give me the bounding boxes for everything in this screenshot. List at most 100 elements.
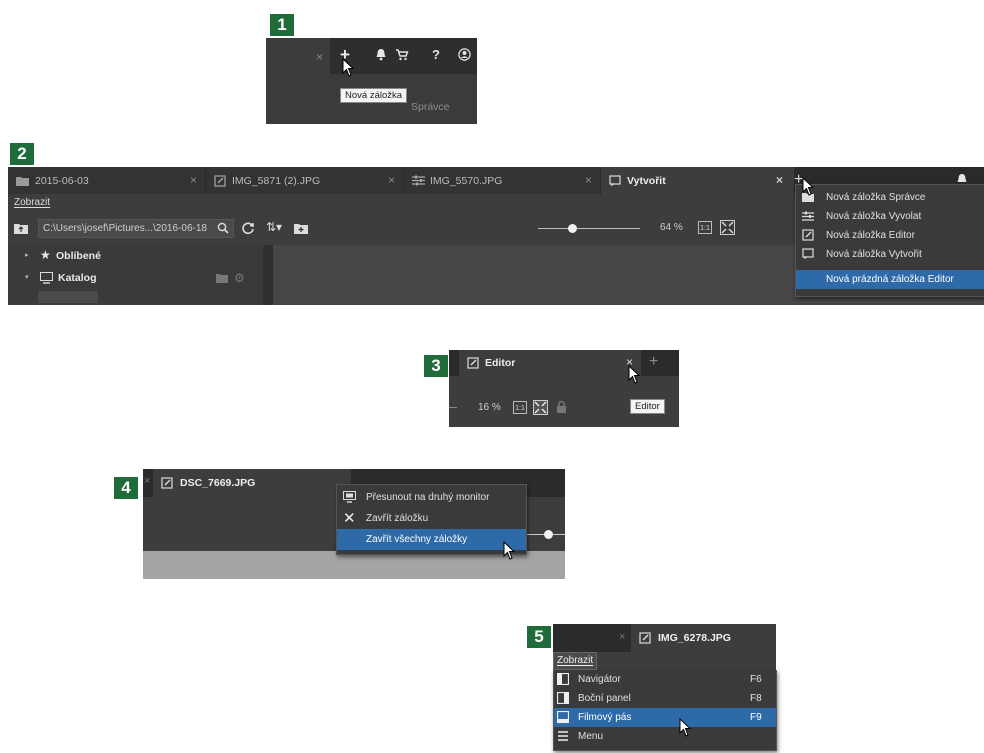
- menu-item-new-create[interactable]: Nová záložka Vytvořit: [796, 245, 984, 264]
- tab-close-icon[interactable]: ×: [585, 173, 592, 187]
- develop-icon: [802, 211, 814, 222]
- menu-item-shortcut: F9: [750, 712, 762, 723]
- close-icon: ✕: [343, 510, 356, 527]
- tab-close-icon[interactable]: ×: [144, 475, 150, 487]
- menu-item-label: Menu: [578, 731, 604, 742]
- lock-icon[interactable]: [556, 400, 567, 414]
- menu-item-move-monitor[interactable]: Přesunout na druhý monitor: [337, 487, 526, 508]
- tab-label: Editor: [485, 357, 516, 369]
- tab-close-icon[interactable]: ×: [388, 173, 395, 187]
- panel-3: Editor × + 16 % 1:1 Editor: [449, 350, 679, 427]
- view-menu: Navigátor F6 Boční panel F8 Filmový pás …: [553, 670, 777, 751]
- tab-editor[interactable]: IMG_5871 (2).JPG ×: [206, 167, 403, 194]
- tab-close-icon[interactable]: ×: [190, 173, 197, 187]
- menu-item-shortcut: F8: [750, 693, 762, 704]
- path-input[interactable]: C:\Users\josef\Pictures...\2016-06-18: [38, 219, 234, 238]
- zoom-1to1-icon[interactable]: 1:1: [698, 221, 712, 234]
- menu-item-new-editor[interactable]: Nová záložka Editor: [796, 226, 984, 245]
- tab-image[interactable]: IMG_6278.JPG: [631, 624, 776, 652]
- tab-manager[interactable]: 2015-06-03 ×: [8, 167, 205, 194]
- menu-item-new-empty-editor[interactable]: Nová prázdná záložka Editor: [796, 270, 984, 289]
- side-panel-icon: [557, 692, 569, 704]
- menu-item-close-tab[interactable]: ✕ Zavřít záložku: [337, 508, 526, 529]
- zoom-slider-handle[interactable]: [568, 224, 577, 233]
- help-icon[interactable]: ?: [432, 47, 440, 62]
- mouse-cursor-icon: [503, 541, 517, 561]
- tooltip: Editor: [630, 399, 665, 414]
- zoom-1to1-icon[interactable]: 1:1: [513, 401, 527, 414]
- search-icon[interactable]: [217, 222, 229, 234]
- sidebar-item-favorites[interactable]: ▸ ★ Oblíbené: [8, 245, 263, 267]
- tab-create[interactable]: Vytvořit ×: [601, 167, 794, 194]
- new-tab-icon[interactable]: +: [649, 353, 658, 371]
- panel-1: × + ? Nová záložka Správce: [266, 38, 477, 124]
- zoom-slider[interactable]: [538, 228, 640, 229]
- mouse-cursor-icon: [628, 365, 642, 385]
- create-icon: [609, 174, 621, 187]
- menu-item-close-all-tabs[interactable]: Zavřít všechny záložky: [337, 529, 526, 550]
- gear-icon[interactable]: ⚙: [234, 271, 245, 285]
- bell-icon[interactable]: [375, 48, 387, 61]
- new-folder-icon[interactable]: [294, 223, 308, 234]
- fit-screen-icon[interactable]: [720, 220, 735, 235]
- catalog-icon: [40, 272, 53, 284]
- tab-develop[interactable]: IMG_5570.JPG ×: [404, 167, 600, 194]
- panel-4: × DSC_7669.JPG Přesunout na druhý monito…: [143, 469, 565, 579]
- menu-item-menu[interactable]: Menu: [554, 727, 776, 746]
- tab-close-icon[interactable]: ×: [776, 173, 783, 187]
- tab-image[interactable]: DSC_7669.JPG: [153, 469, 351, 497]
- zoom-value: 16 %: [478, 402, 501, 413]
- step-badge-1: 1: [270, 14, 294, 36]
- tab-label: IMG_6278.JPG: [658, 632, 731, 644]
- zoom-slider[interactable]: [449, 407, 457, 408]
- tab-close-icon[interactable]: ×: [619, 631, 625, 643]
- menu-item-label: Boční panel: [578, 693, 631, 704]
- tab-label: 2015-06-03: [35, 174, 89, 187]
- menu-item-navigator[interactable]: Navigátor F6: [554, 670, 776, 689]
- menu-item-new-manager[interactable]: Nová záložka Správce: [796, 188, 984, 207]
- menu-view[interactable]: Zobrazit: [553, 652, 597, 670]
- cart-icon[interactable]: [395, 48, 409, 61]
- tab-context-menu: Přesunout na druhý monitor ✕ Zavřít zálo…: [336, 484, 527, 555]
- menu-item-filmstrip[interactable]: Filmový pás F9: [554, 708, 776, 727]
- menu-item-label: Navigátor: [578, 674, 621, 685]
- menu-item-label: Nová záložka Vyvolat: [826, 211, 922, 222]
- step-badge-4: 4: [114, 477, 138, 499]
- edit-icon: [467, 357, 479, 369]
- edit-icon: [214, 174, 226, 187]
- sidebar-divider: [263, 245, 273, 305]
- tab-editor[interactable]: Editor: [459, 350, 641, 376]
- menu-item-shortcut: F6: [750, 674, 762, 685]
- add-folder-icon[interactable]: [216, 273, 228, 283]
- tab-label: IMG_5570.JPG: [430, 174, 503, 187]
- menu-item-label: Nová záložka Vytvořit: [826, 249, 922, 260]
- menu-item-label: Zavřít záložku: [366, 513, 429, 524]
- folder-up-icon[interactable]: [14, 223, 28, 234]
- menu-icon: [557, 730, 569, 742]
- sort-icon[interactable]: ⇅▾: [266, 220, 282, 234]
- tab-close-icon[interactable]: ×: [316, 50, 323, 64]
- tab-strip: Editor × +: [449, 350, 679, 376]
- filmstrip-icon: [557, 711, 569, 723]
- menu-item-label: Zavřít všechny záložky: [366, 534, 468, 545]
- fit-screen-icon[interactable]: [533, 400, 548, 415]
- refresh-icon[interactable]: [241, 221, 255, 235]
- zoom-slider-handle[interactable]: [544, 530, 553, 539]
- tab-strip: × + ?: [266, 38, 477, 74]
- collapse-icon[interactable]: ▾: [25, 273, 29, 281]
- menu-item-new-develop[interactable]: Nová záložka Vyvolat: [796, 207, 984, 226]
- user-icon[interactable]: [458, 48, 471, 61]
- menu-item-side-panel[interactable]: Boční panel F8: [554, 689, 776, 708]
- menu-label: Zobrazit: [557, 655, 594, 666]
- menu-item-label: Nová záložka Editor: [826, 230, 915, 241]
- step-badge-2: 2: [10, 143, 34, 165]
- tab-label: Vytvořit: [627, 174, 666, 187]
- menu-item-label: Filmový pás: [578, 712, 632, 723]
- menu-view[interactable]: Zobrazit: [14, 197, 50, 208]
- content-area: [143, 551, 565, 579]
- tab-caption: Správce: [411, 101, 450, 113]
- expand-icon[interactable]: ▸: [25, 251, 29, 259]
- navigator-icon: [557, 673, 569, 685]
- monitor-icon: [343, 491, 356, 503]
- sidebar-item-catalog[interactable]: ▾ Katalog ⚙: [8, 267, 263, 289]
